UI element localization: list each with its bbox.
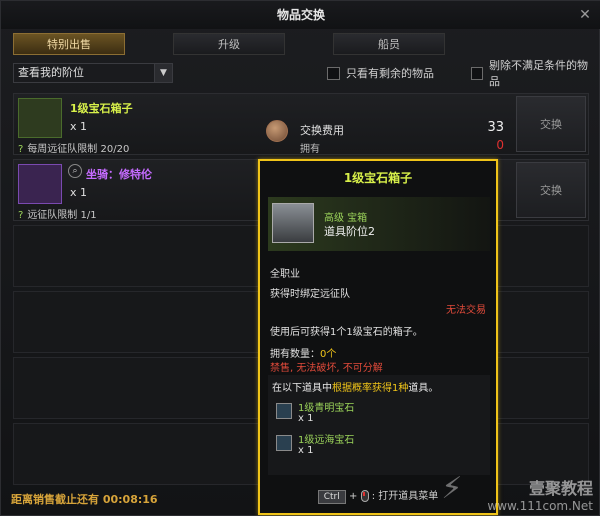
- item-exchange-window: 物品交换 ✕ 特别出售 升级 船员 查看我的阶位 ▼ 只看有剩余的物品 剔除不满…: [0, 0, 600, 516]
- exclude-unmet-checkbox[interactable]: 剔除不满足条件的物品: [471, 59, 589, 88]
- purchase-limit: ? 远征队限制 1/1: [18, 206, 97, 221]
- tier-select-value: 查看我的阶位: [18, 66, 84, 79]
- gem-chest-icon: [18, 98, 62, 138]
- filter-row: 查看我的阶位 ▼ 只看有剩余的物品 剔除不满足条件的物品: [13, 59, 589, 88]
- chevron-down-icon[interactable]: ▼: [154, 64, 172, 82]
- reward-pool: 在以下道具中根据概率获得1种道具。 1级青明宝石 x 1 1级远海宝石 x 1: [268, 375, 490, 475]
- owned-label: 拥有: [300, 144, 320, 155]
- help-icon: ?: [18, 144, 24, 155]
- owned-value: 0: [496, 138, 504, 152]
- hint-prefix: 在以下道具中: [272, 383, 332, 394]
- mount-icon: [18, 164, 62, 204]
- item-grade: 高级 宝箱: [324, 213, 368, 224]
- item-tier: 道具阶位2: [324, 225, 375, 238]
- only-remaining-label: 只看有剩余的物品: [346, 67, 434, 80]
- close-icon[interactable]: ✕: [577, 7, 593, 23]
- no-trade-label: 无法交易: [446, 305, 486, 316]
- exclude-unmet-label: 剔除不满足条件的物品: [489, 59, 588, 88]
- title-bar: 物品交换 ✕: [1, 1, 600, 29]
- gem-name: 1级远海宝石: [298, 435, 355, 446]
- exchange-button[interactable]: 交换: [516, 162, 586, 218]
- binding-info: 获得时绑定远征队: [270, 289, 350, 300]
- reward-pool-hint: 在以下道具中根据概率获得1种道具。: [272, 379, 438, 394]
- right-click-icon: [360, 490, 369, 502]
- coin-icon: [266, 120, 288, 142]
- gem-icon: [276, 403, 292, 419]
- list-item[interactable]: 1级宝石箱子 x 1 ? 每周远征队限制 20/20 交换费用 33 拥有 0 交…: [13, 93, 589, 155]
- tab-crew[interactable]: 船员: [333, 33, 445, 55]
- countdown-label: 距离销售截止还有: [11, 493, 99, 506]
- limit-text: 每周远征队限制 20/20: [27, 144, 130, 155]
- checkbox-box[interactable]: [471, 66, 483, 80]
- restrictions: 禁售, 无法破坏, 不可分解: [270, 363, 383, 374]
- hint-highlight: 根据概率获得1种: [332, 383, 409, 394]
- watermark-url: www.111com.Net: [487, 499, 593, 513]
- gem-quantity: x 1: [298, 413, 314, 424]
- owned-count: 拥有数量：0个: [270, 345, 336, 360]
- item-quantity: x 1: [70, 186, 88, 199]
- tab-bar: 特别出售 升级 船员: [13, 33, 589, 55]
- watermark: ⚡ 壹聚教程 www.111com.Net: [441, 471, 593, 513]
- ctrl-key: Ctrl: [317, 490, 346, 504]
- hint-suffix: 道具。: [408, 383, 439, 394]
- gem-quantity: x 1: [298, 445, 314, 456]
- checkbox-box[interactable]: [327, 66, 340, 80]
- window-title: 物品交换: [276, 8, 325, 22]
- fee-label: 交换费用: [300, 124, 344, 137]
- tooltip-header: 高级 宝箱 道具阶位2: [268, 197, 490, 251]
- tab-upgrade[interactable]: 升级: [173, 33, 285, 55]
- sale-countdown: 距离销售截止还有 00:08:16: [11, 491, 158, 507]
- item-quantity: x 1: [70, 120, 88, 133]
- item-name: 坐骑：修特伦: [86, 168, 152, 181]
- fee-value: 33: [487, 120, 504, 135]
- item-name: 1级宝石箱子: [70, 102, 133, 115]
- only-remaining-checkbox[interactable]: 只看有剩余的物品: [327, 65, 434, 81]
- exchange-fee: 交换费用 33 拥有 0: [264, 116, 510, 155]
- watermark-brand: 壹聚教程: [528, 479, 593, 498]
- gem-icon: [276, 435, 292, 451]
- tab-special-sale[interactable]: 特别出售: [13, 33, 125, 55]
- exchange-button[interactable]: 交换: [516, 96, 586, 152]
- search-icon[interactable]: ⌕: [68, 164, 82, 178]
- chest-icon: [272, 203, 314, 243]
- tooltip-title: 1级宝石箱子: [343, 171, 413, 185]
- limit-text: 远征队限制 1/1: [27, 210, 97, 221]
- item-description: 使用后可获得1个1级宝石的箱子。: [270, 327, 423, 338]
- item-tooltip: 1级宝石箱子 高级 宝箱 道具阶位2 全职业 获得时绑定远征队 无法交易 使用后…: [258, 159, 498, 515]
- class-restriction: 全职业: [270, 269, 300, 280]
- tier-select[interactable]: 查看我的阶位 ▼: [13, 63, 173, 83]
- purchase-limit: ? 每周远征队限制 20/20: [18, 140, 129, 155]
- tab-spacer: [493, 33, 589, 55]
- open-preview-label: : 打开道具菜单: [371, 491, 439, 502]
- help-icon: ?: [18, 210, 24, 221]
- countdown-value: 00:08:16: [102, 493, 158, 506]
- watermark-logo-icon: ⚡: [441, 471, 463, 506]
- plus-sign: +: [348, 491, 361, 502]
- gem-name: 1级青明宝石: [298, 403, 355, 414]
